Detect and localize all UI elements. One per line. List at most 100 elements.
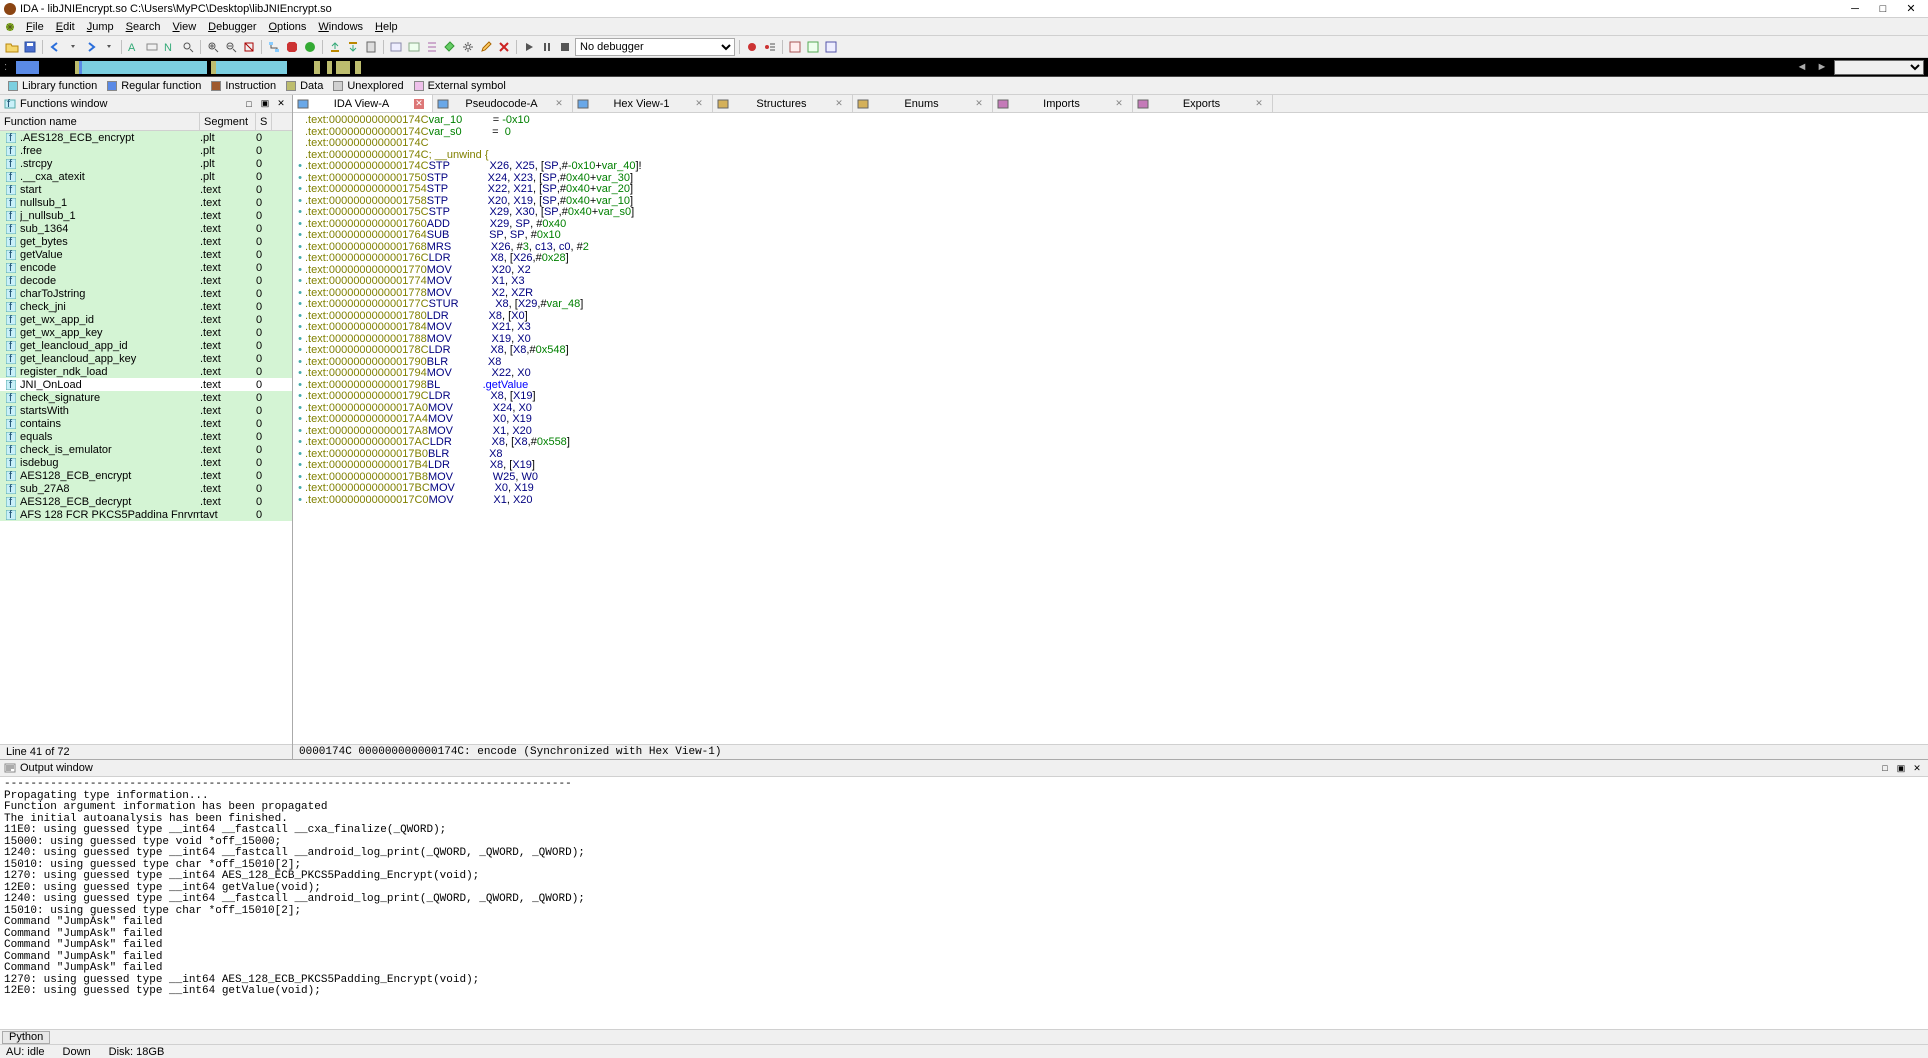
zoom-in-icon[interactable] — [205, 39, 221, 55]
maximize-button[interactable]: □ — [1870, 1, 1896, 17]
function-row[interactable]: fcheck_signature.text0 — [0, 391, 292, 404]
menu-view[interactable]: View — [167, 21, 203, 33]
close-button[interactable]: ✕ — [1898, 1, 1924, 17]
win3-icon[interactable] — [823, 39, 839, 55]
function-row[interactable]: fcontains.text0 — [0, 417, 292, 430]
function-row[interactable]: fAES128_ECB_encrypt.text0 — [0, 469, 292, 482]
delete-icon[interactable] — [496, 39, 512, 55]
function-row[interactable]: fcheck_is_emulator.text0 — [0, 443, 292, 456]
text-search-icon[interactable]: A — [126, 39, 142, 55]
nav-left-icon[interactable]: ◄ — [1794, 59, 1810, 75]
function-row[interactable]: fequals.text0 — [0, 430, 292, 443]
graph-icon[interactable] — [266, 39, 282, 55]
col-s[interactable]: S — [256, 113, 272, 130]
nav-back-drop-icon[interactable] — [65, 39, 81, 55]
tag-icon[interactable] — [442, 39, 458, 55]
data-icon[interactable] — [406, 39, 422, 55]
output-close-button[interactable]: ✕ — [1910, 761, 1924, 775]
win2-icon[interactable] — [805, 39, 821, 55]
tab-close-icon[interactable]: ✕ — [834, 99, 844, 109]
tab-close-icon[interactable]: ✕ — [974, 99, 984, 109]
menu-file[interactable]: File — [20, 21, 50, 33]
function-row[interactable]: f.strcpy.plt0 — [0, 157, 292, 170]
nav-zoom-select[interactable] — [1834, 60, 1924, 75]
function-row[interactable]: fisdebug.text0 — [0, 456, 292, 469]
function-row[interactable]: fJNI_OnLoad.text0 — [0, 378, 292, 391]
no-zoom-icon[interactable] — [241, 39, 257, 55]
calc-icon[interactable] — [363, 39, 379, 55]
gear-icon[interactable] — [460, 39, 476, 55]
menu-windows[interactable]: Windows — [312, 21, 369, 33]
function-row[interactable]: fget_bytes.text0 — [0, 235, 292, 248]
function-row[interactable]: fcharToJstring.text0 — [0, 287, 292, 300]
tab-imports[interactable]: Imports✕ — [993, 95, 1133, 112]
tab-structures[interactable]: Structures✕ — [713, 95, 853, 112]
menu-options[interactable]: Options — [262, 21, 312, 33]
bp-list-icon[interactable] — [762, 39, 778, 55]
stop-icon[interactable] — [284, 39, 300, 55]
col-segment[interactable]: Segment — [200, 113, 256, 130]
function-row[interactable]: fget_wx_app_id.text0 — [0, 313, 292, 326]
binary-search-icon[interactable] — [144, 39, 160, 55]
function-row[interactable]: fget_leancloud_app_id.text0 — [0, 339, 292, 352]
debug-pause-icon[interactable] — [539, 39, 555, 55]
panel-close-button[interactable]: ✕ — [274, 97, 288, 111]
function-row[interactable]: fsub_1364.text0 — [0, 222, 292, 235]
tab-pseudocode-a[interactable]: Pseudocode-A✕ — [433, 95, 573, 112]
win1-icon[interactable] — [787, 39, 803, 55]
col-function-name[interactable]: Function name — [0, 113, 200, 130]
tab-exports[interactable]: Exports✕ — [1133, 95, 1273, 112]
function-row[interactable]: fgetValue.text0 — [0, 248, 292, 261]
function-row[interactable]: fstart.text0 — [0, 183, 292, 196]
open-icon[interactable] — [4, 39, 20, 55]
menu-help[interactable]: Help — [369, 21, 404, 33]
menu-debugger[interactable]: Debugger — [202, 21, 262, 33]
function-row[interactable]: fregister_ndk_load.text0 — [0, 365, 292, 378]
menu-jump[interactable]: Jump — [81, 21, 120, 33]
code-icon[interactable] — [388, 39, 404, 55]
find-icon[interactable] — [180, 39, 196, 55]
function-row[interactable]: fget_leancloud_app_key.text0 — [0, 352, 292, 365]
xref-from-icon[interactable] — [345, 39, 361, 55]
disassembly-view[interactable]: .text:000000000000174C var_10 = -0x10 .t… — [293, 113, 1928, 744]
python-button[interactable]: Python — [2, 1031, 50, 1044]
panel-restore-button[interactable]: □ — [242, 97, 256, 111]
output-maximize-button[interactable]: ▣ — [1894, 761, 1908, 775]
function-row[interactable]: fAES128_ECB_decrypt.text0 — [0, 495, 292, 508]
debug-stop-icon[interactable] — [557, 39, 573, 55]
nav-back-icon[interactable] — [47, 39, 63, 55]
find-next-icon[interactable]: N — [162, 39, 178, 55]
tab-close-icon[interactable]: ✕ — [554, 99, 564, 109]
nav-right-icon[interactable]: ► — [1814, 59, 1830, 75]
function-row[interactable]: f.free.plt0 — [0, 144, 292, 157]
tab-close-icon[interactable]: ✕ — [414, 99, 424, 109]
nav-fwd-icon[interactable] — [83, 39, 99, 55]
output-restore-button[interactable]: □ — [1878, 761, 1892, 775]
minimize-button[interactable]: ─ — [1842, 1, 1868, 17]
function-row[interactable]: f.__cxa_atexit.plt0 — [0, 170, 292, 183]
bp-icon[interactable] — [744, 39, 760, 55]
xref-to-icon[interactable] — [327, 39, 343, 55]
function-row[interactable]: f.AES128_ECB_encrypt.plt0 — [0, 131, 292, 144]
tab-hex-view-1[interactable]: Hex View-1✕ — [573, 95, 713, 112]
panel-maximize-button[interactable]: ▣ — [258, 97, 272, 111]
function-row[interactable]: fAFS 128 FCR PKCS5Paddina Fnrvmnttavt0 — [0, 508, 292, 521]
tab-close-icon[interactable]: ✕ — [1254, 99, 1264, 109]
struct-icon[interactable] — [424, 39, 440, 55]
play-green-icon[interactable] — [302, 39, 318, 55]
menu-search[interactable]: Search — [120, 21, 167, 33]
tab-close-icon[interactable]: ✕ — [1114, 99, 1124, 109]
tab-ida-view-a[interactable]: IDA View-A✕ — [293, 95, 433, 112]
debug-run-icon[interactable] — [521, 39, 537, 55]
tab-enums[interactable]: Enums✕ — [853, 95, 993, 112]
tab-close-icon[interactable]: ✕ — [694, 99, 704, 109]
function-row[interactable]: fdecode.text0 — [0, 274, 292, 287]
navigation-bar[interactable]: : ◄ ► — [0, 58, 1928, 77]
debugger-select[interactable]: No debugger — [575, 38, 735, 56]
function-row[interactable]: fget_wx_app_key.text0 — [0, 326, 292, 339]
function-row[interactable]: fsub_27A8.text0 — [0, 482, 292, 495]
menu-edit[interactable]: Edit — [50, 21, 81, 33]
output-body[interactable]: ----------------------------------------… — [0, 777, 1928, 1029]
nav-fwd-drop-icon[interactable] — [101, 39, 117, 55]
save-icon[interactable] — [22, 39, 38, 55]
